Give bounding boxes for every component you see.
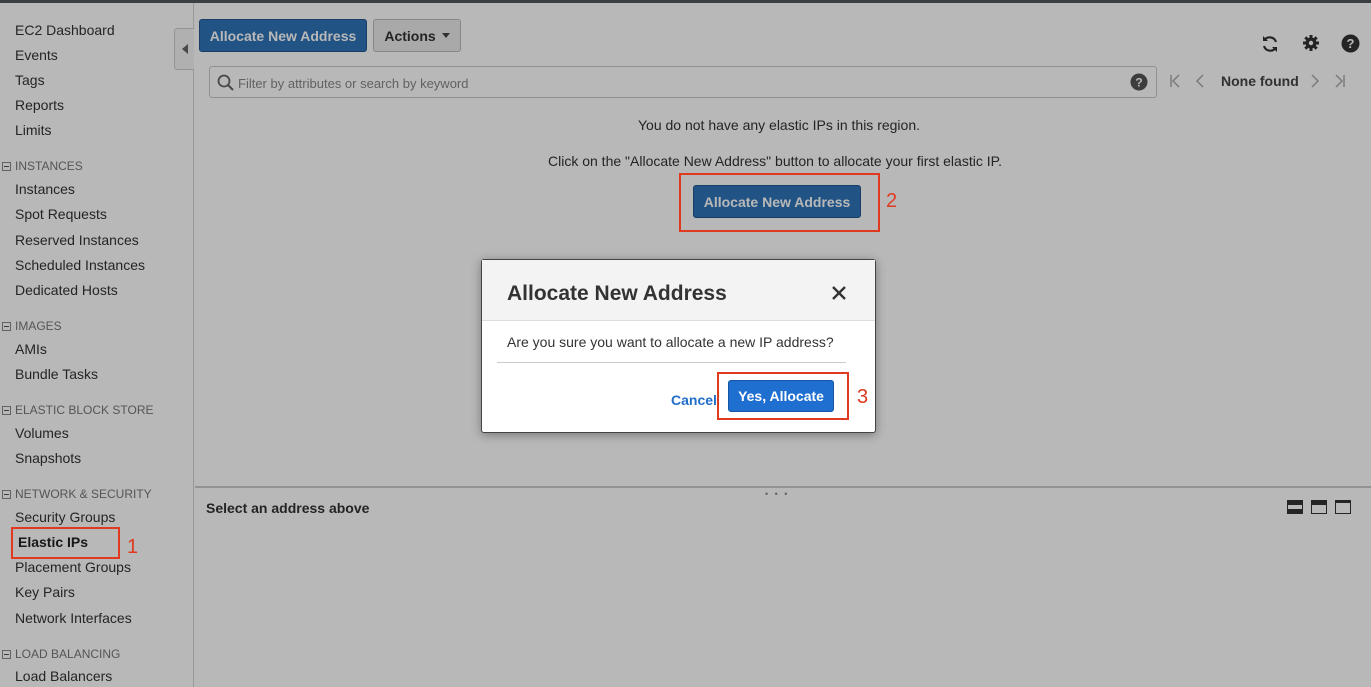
annotation-box-1 bbox=[11, 527, 120, 559]
dialog-title: Allocate New Address bbox=[507, 282, 727, 305]
dialog-header: Allocate New Address bbox=[482, 260, 875, 321]
annotation-number-2: 2 bbox=[886, 190, 898, 212]
annotation-box-3 bbox=[717, 372, 849, 420]
close-icon[interactable] bbox=[830, 284, 850, 304]
dialog-separator bbox=[497, 362, 846, 363]
annotation-number-3: 3 bbox=[857, 386, 869, 408]
annotation-box-2 bbox=[679, 173, 880, 232]
dialog-message: Are you sure you want to allocate a new … bbox=[507, 334, 834, 350]
annotation-number-1: 1 bbox=[127, 536, 139, 558]
cancel-button[interactable]: Cancel bbox=[671, 392, 717, 408]
